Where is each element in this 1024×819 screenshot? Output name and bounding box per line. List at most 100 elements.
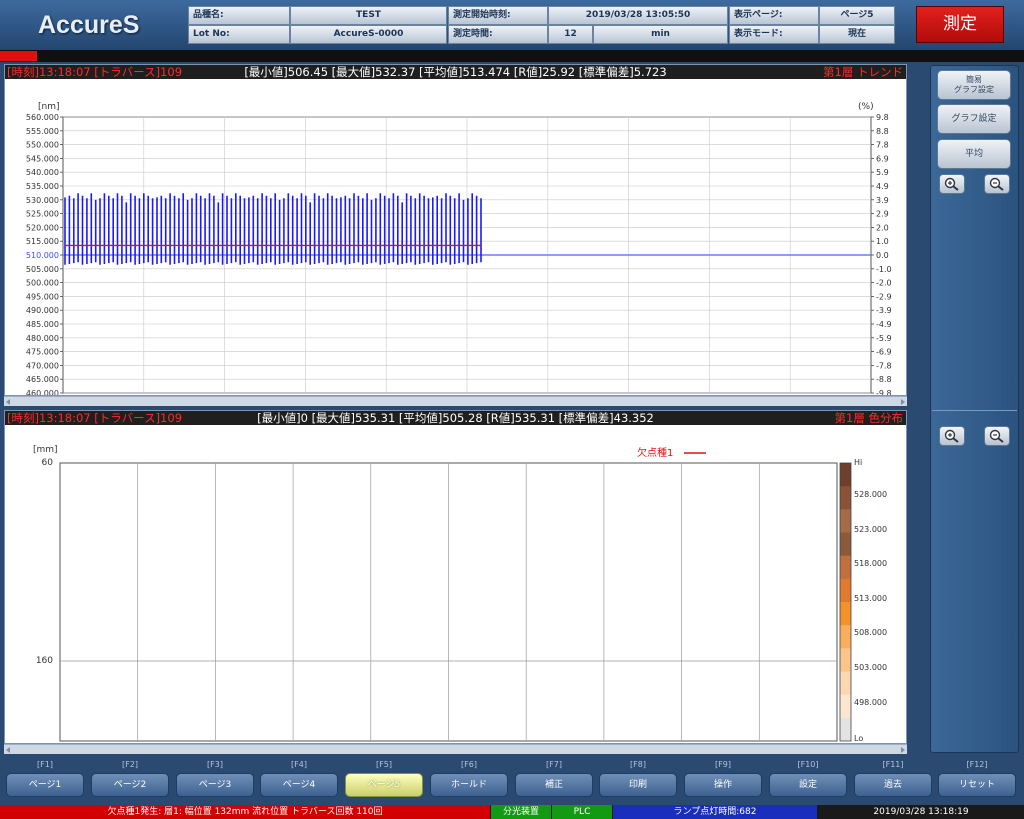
trend-y2-tick-label: -5.9 <box>876 334 892 343</box>
color-scale-label: 508.000 <box>854 628 887 637</box>
trend-y-unit: [nm] <box>38 102 60 112</box>
fkey-operation-button[interactable]: 操作 <box>684 773 762 797</box>
fkey-number: [F8] <box>630 760 646 769</box>
display-page-label: 表示ページ: <box>729 6 819 25</box>
color-scale-label: 518.000 <box>854 559 887 568</box>
fkey-print-button[interactable]: 印刷 <box>599 773 677 797</box>
zoom-out-icon <box>989 177 1004 191</box>
color-scale-segment <box>840 578 851 603</box>
map-zoom-out-button[interactable] <box>984 426 1010 446</box>
fkey-number: [F10] <box>797 760 819 769</box>
color-scale-label: 498.000 <box>854 698 887 707</box>
color-scale-label: 513.000 <box>854 594 887 603</box>
fkey-page3-button[interactable]: ページ3 <box>176 773 254 797</box>
fkey-number: [F5] <box>376 760 392 769</box>
graph-settings-button[interactable]: グラフ設定 <box>937 104 1011 134</box>
trend-title-bar: [時刻]13:18:07 [トラバース]109 [最小値]506.45 [最大値… <box>5 65 906 79</box>
average-button[interactable]: 平均 <box>937 139 1011 169</box>
color-scale-segment <box>840 671 851 696</box>
color-scale-segment <box>840 486 851 510</box>
trend-y-tick-label: 505.000 <box>26 265 59 274</box>
color-scale-segment <box>840 625 851 649</box>
defect-legend-label: 欠点種1 <box>637 446 673 459</box>
trend-y2-tick-label: 6.9 <box>876 154 889 163</box>
colormap-scrollbar[interactable] <box>4 744 907 754</box>
lot-label: Lot No: <box>188 25 290 44</box>
trend-y2-tick-label: -2.9 <box>876 292 892 301</box>
fkey-history-button[interactable]: 過去 <box>854 773 932 797</box>
trend-y-tick-label: 525.000 <box>26 210 59 219</box>
app-logo: AccureS <box>38 11 140 39</box>
display-page-value: ページ5 <box>819 6 895 25</box>
trend-zoom-in-button[interactable] <box>939 174 965 194</box>
fkey-reset-button[interactable]: リセット <box>938 773 1016 797</box>
trend-zoom-out-button[interactable] <box>984 174 1010 194</box>
fkey-number: [F12] <box>966 760 988 769</box>
zoom-out-icon <box>989 429 1004 443</box>
color-scale-segment <box>840 463 851 487</box>
color-scale-segment <box>840 694 851 719</box>
trend-y-tick-label: 470.000 <box>26 361 59 370</box>
colormap-title-layer: 第1層 色分布 <box>834 411 903 425</box>
trend-title-layer: 第1層 トレンド <box>823 65 903 79</box>
color-scale-label: 503.000 <box>854 663 887 672</box>
color-scale-label: 523.000 <box>854 525 887 534</box>
trend-y2-tick-label: 5.9 <box>876 168 889 177</box>
trend-y-tick-label: 555.000 <box>26 127 59 136</box>
fkey-page1-button[interactable]: ページ1 <box>6 773 84 797</box>
fkey-number: [F4] <box>291 760 307 769</box>
color-scale-segment <box>840 555 851 580</box>
plc-status: PLC <box>552 805 612 819</box>
trend-y-tick-label: 490.000 <box>26 306 59 315</box>
trend-y-tick-label: 535.000 <box>26 182 59 191</box>
fkey-page5-button[interactable]: ページ5 <box>345 773 423 797</box>
trend-y-tick-label: 520.000 <box>26 223 59 232</box>
trend-y-tick-label: 545.000 <box>26 154 59 163</box>
trend-y-tick-label: 460.000 <box>26 389 59 395</box>
colormap-y-label-bottom: 160 <box>36 656 53 666</box>
fkey-page2-button[interactable]: ページ2 <box>91 773 169 797</box>
fkey-correction-button[interactable]: 補正 <box>515 773 593 797</box>
fkey-number: [F1] <box>37 760 53 769</box>
trend-y2-tick-label: -3.9 <box>876 306 892 315</box>
trend-scrollbar[interactable] <box>4 396 907 406</box>
spectrometer-status: 分光装置 <box>491 805 551 819</box>
measure-button[interactable]: 測定 <box>916 6 1004 43</box>
trend-panel: [時刻]13:18:07 [トラバース]109 [最小値]506.45 [最大値… <box>4 64 907 405</box>
trend-title-stats: [最小値]506.45 [最大値]532.37 [平均値]513.474 [R値… <box>244 65 667 79</box>
trend-y-tick-label: 560.000 <box>26 113 59 122</box>
status-strip <box>0 50 1024 62</box>
colormap-y-unit: [mm] <box>33 445 58 455</box>
fkey-page4-button[interactable]: ページ4 <box>260 773 338 797</box>
fkey-settings-button[interactable]: 設定 <box>769 773 847 797</box>
fkey-number: [F11] <box>882 760 904 769</box>
trend-y-tick-label: 550.000 <box>26 141 59 150</box>
trend-y2-tick-label: 8.8 <box>876 127 889 136</box>
product-label: 品種名: <box>188 6 290 25</box>
trend-y-tick-label: 485.000 <box>26 320 59 329</box>
trend-y-tick-label: 515.000 <box>26 237 59 246</box>
fkey-hold-button[interactable]: ホールド <box>430 773 508 797</box>
trend-y2-tick-label: 4.9 <box>876 182 889 191</box>
color-scale-segment <box>840 717 851 741</box>
start-time-label: 測定開始時刻: <box>448 6 548 25</box>
simple-graph-settings-button[interactable]: 簡易 グラフ設定 <box>937 70 1011 100</box>
color-scale-segment <box>840 648 851 672</box>
duration-unit: min <box>593 25 728 44</box>
colormap-title-bar: [時刻]13:18:07 [トラバース]109 [最小値]0 [最大値]535.… <box>5 411 906 425</box>
color-scale-segment <box>840 509 851 533</box>
trend-y2-tick-label: 7.8 <box>876 141 889 150</box>
status-datetime: 2019/03/28 13:18:19 <box>818 805 1024 819</box>
colormap-title-stats: [最小値]0 [最大値]535.31 [平均値]505.28 [R値]535.3… <box>257 411 654 425</box>
defect-alert-message: 欠点種1発生: 層1: 幅位置 132mm 流れ位置 トラバース回数 110回 <box>0 805 490 819</box>
trend-y2-tick-label: -4.9 <box>876 320 892 329</box>
color-scale-segment <box>840 532 851 557</box>
map-zoom-in-button[interactable] <box>939 426 965 446</box>
color-scale: 528.000 523.000 518.000 513.000 508.000 503.0… <box>839 462 887 742</box>
trend-y2-tick-label: -8.8 <box>876 375 892 384</box>
color-scale-label: 528.000 <box>854 490 887 499</box>
display-mode-label: 表示モード: <box>729 25 819 44</box>
color-scale-hi: Hi <box>854 458 862 467</box>
duration-value: 12 <box>548 25 593 44</box>
colormap-chart: [mm] 60 160 13:06:0913:08:2113:10:3513:1… <box>33 445 887 753</box>
